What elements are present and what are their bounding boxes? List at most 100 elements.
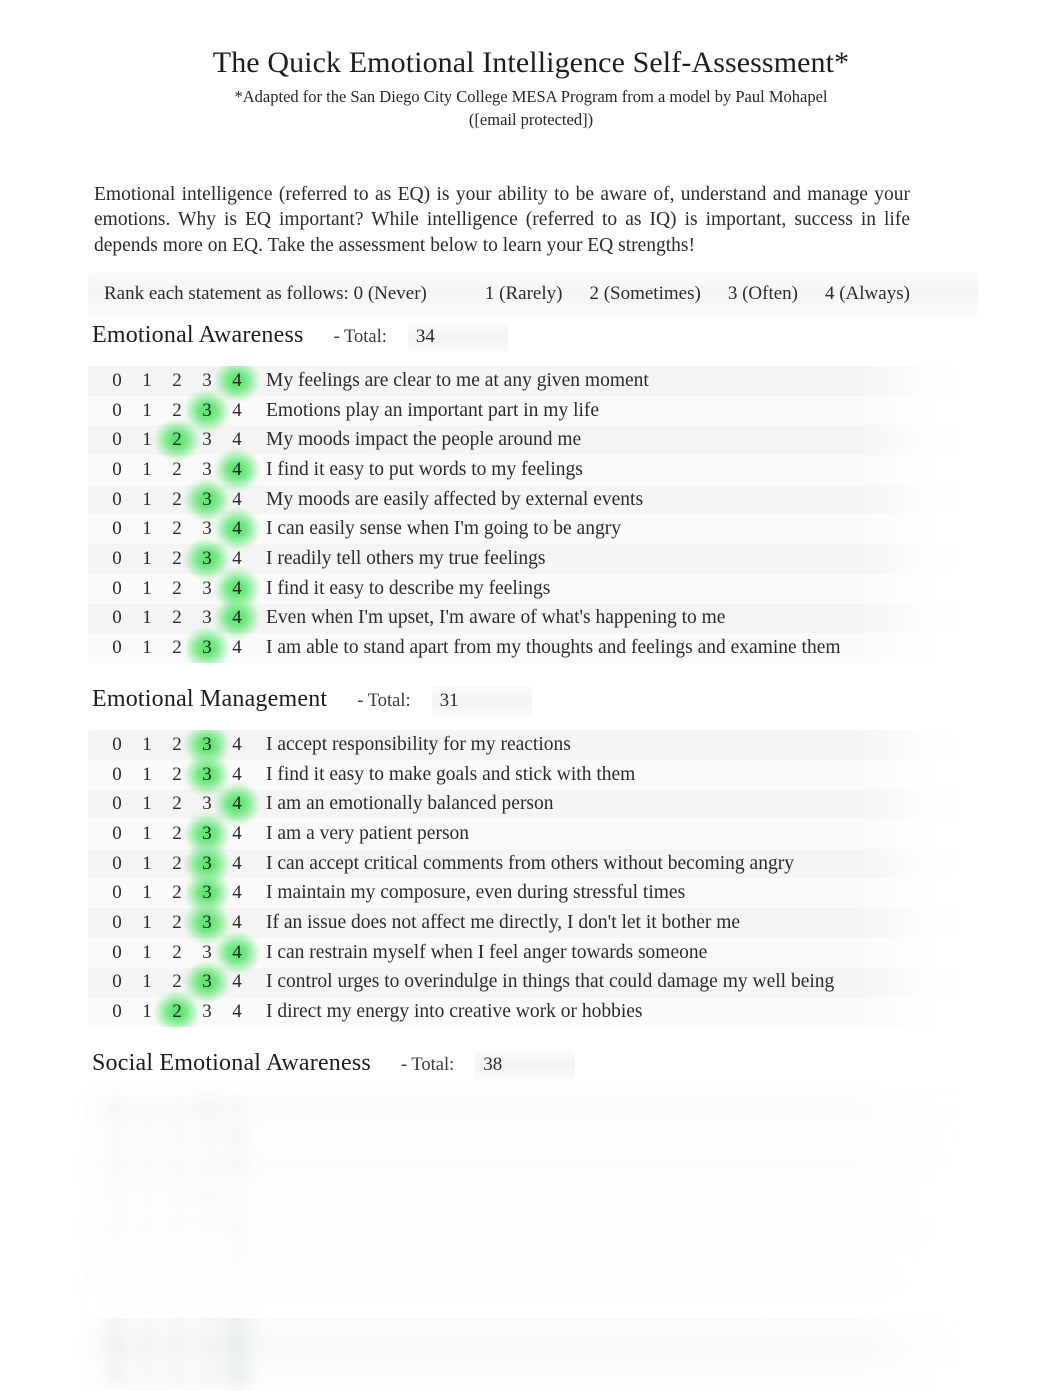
rating-option-1[interactable]: 1 — [132, 853, 162, 875]
rating-option-2[interactable]: 2 — [162, 942, 192, 964]
rating-option-1[interactable]: 1 — [132, 578, 162, 600]
table-row[interactable]: 01234 I can restrain myself when I feel a… — [88, 937, 978, 968]
rating-option-1[interactable]: 1 — [132, 1157, 162, 1179]
table-row[interactable]: 0 1 2 3 4 If an issue does not affect me dire… — [88, 908, 978, 938]
rating-option-0[interactable]: 0 — [102, 1276, 132, 1298]
table-row[interactable]: 01234 — [88, 1094, 978, 1124]
rating-option-0[interactable]: 0 — [102, 1306, 132, 1328]
rating-option-1[interactable]: 1 — [132, 912, 162, 934]
rating-option-3-selected[interactable]: 3 — [192, 637, 222, 659]
rating-option-0[interactable]: 0 — [102, 853, 132, 875]
rating-option-1[interactable]: 1 — [132, 823, 162, 845]
table-row[interactable]: 01234 I am able to stand apart from my th… — [88, 633, 978, 663]
rating-option-0[interactable]: 0 — [102, 1217, 132, 1239]
rating-option-4-selected[interactable]: 4 — [222, 1217, 252, 1239]
rating-option-1[interactable]: 1 — [132, 459, 162, 481]
rating-option-2[interactable]: 2 — [162, 607, 192, 629]
rating-option-0[interactable]: 0 — [102, 548, 132, 570]
rating-option-4[interactable]: 4 — [222, 734, 252, 756]
rating-option-0[interactable]: 0 — [102, 942, 132, 964]
rating-option-4-selected[interactable]: 4 — [222, 793, 252, 815]
rating-option-4[interactable]: 4 — [222, 823, 252, 845]
table-row[interactable]: 01234 — [88, 1123, 978, 1154]
rating-option-3-selected[interactable]: 3 — [192, 882, 222, 904]
rating-option-4-selected[interactable]: 4 — [222, 370, 252, 392]
table-row[interactable]: 01234 I can easily sense when I'm going t… — [88, 514, 978, 545]
table-row[interactable]: 01234I readily tell others my true feeli… — [88, 544, 978, 574]
rating-option-0[interactable]: 0 — [102, 734, 132, 756]
rating-option-0[interactable]: 0 — [102, 607, 132, 629]
rating-option-2[interactable]: 2 — [162, 1217, 192, 1239]
rating-option-4-selected[interactable]: 4 — [222, 459, 252, 481]
rating-option-0[interactable]: 0 — [102, 1246, 132, 1268]
rating-option-0[interactable]: 0 — [102, 882, 132, 904]
rating-option-4-selected[interactable]: 4 — [222, 1335, 252, 1357]
rating-option-4[interactable]: 4 — [222, 1001, 252, 1023]
rating-option-1[interactable]: 1 — [132, 548, 162, 570]
rating-option-0[interactable]: 0 — [102, 489, 132, 511]
rating-option-1[interactable]: 1 — [132, 942, 162, 964]
rating-option-0[interactable]: 0 — [102, 637, 132, 659]
rating-option-1[interactable]: 1 — [132, 1187, 162, 1209]
rating-option-3-selected[interactable]: 3 — [192, 764, 222, 786]
rating-option-2[interactable]: 2 — [162, 370, 192, 392]
rating-option-4-selected[interactable]: 4 — [222, 942, 252, 964]
rating-option-0[interactable]: 0 — [102, 764, 132, 786]
rating-option-4[interactable]: 4 — [222, 853, 252, 875]
table-row[interactable]: 01234I find it easy to make goals and st… — [88, 759, 978, 790]
rating-option-4[interactable]: 4 — [222, 1187, 252, 1209]
rating-option-1[interactable]: 1 — [132, 1365, 162, 1387]
table-row[interactable]: 01234 — [88, 1242, 978, 1273]
rating-option-2[interactable]: 2 — [162, 1276, 192, 1298]
rating-option-3[interactable]: 3 — [192, 429, 222, 451]
table-row[interactable]: 01234 I accept responsibility for my reac… — [88, 730, 978, 760]
table-row[interactable]: 01234 — [88, 1212, 978, 1243]
rating-option-0[interactable]: 0 — [102, 370, 132, 392]
rating-option-1[interactable]: 1 — [132, 764, 162, 786]
table-row[interactable]: 0 1 2 3 4 Even when I'm upset, I'm aware of w… — [88, 603, 978, 634]
rating-option-4[interactable]: 4 — [222, 764, 252, 786]
rating-option-1[interactable]: 1 — [132, 734, 162, 756]
rating-option-2[interactable]: 2 — [162, 1306, 192, 1328]
rating-option-1[interactable]: 1 — [132, 793, 162, 815]
rating-option-0[interactable]: 0 — [102, 1128, 132, 1150]
rating-option-4-selected[interactable]: 4 — [222, 1276, 252, 1298]
rating-option-2[interactable]: 2 — [162, 1246, 192, 1268]
rating-option-4-selected[interactable]: 4 — [222, 1306, 252, 1328]
table-row[interactable]: 0 1 2 3 4 My moods impact the people around m… — [88, 425, 978, 456]
rating-option-2[interactable]: 2 — [162, 459, 192, 481]
rating-option-2-selected[interactable]: 2 — [162, 1001, 192, 1023]
rating-option-4-selected[interactable]: 4 — [222, 1365, 252, 1387]
rating-option-4-selected[interactable]: 4 — [222, 1128, 252, 1150]
rating-option-0[interactable]: 0 — [102, 793, 132, 815]
rating-option-4[interactable]: 4 — [222, 429, 252, 451]
rating-option-4[interactable]: 4 — [222, 548, 252, 570]
rating-option-2[interactable]: 2 — [162, 518, 192, 540]
table-row[interactable]: 01234 — [88, 1361, 978, 1391]
table-row[interactable]: 01234 — [88, 1153, 978, 1184]
rating-option-0[interactable]: 0 — [102, 518, 132, 540]
rating-option-1[interactable]: 1 — [132, 1276, 162, 1298]
table-row[interactable]: 01234 I am an emotionally balanced person — [88, 789, 978, 820]
table-row[interactable]: 01234 I direct my energy into creative wo… — [88, 997, 978, 1027]
rating-option-4[interactable]: 4 — [222, 882, 252, 904]
rating-option-3-selected[interactable]: 3 — [192, 912, 222, 934]
rating-option-0[interactable]: 0 — [102, 459, 132, 481]
rating-option-3-selected[interactable]: 3 — [192, 853, 222, 875]
rating-option-0[interactable]: 0 — [102, 578, 132, 600]
rating-option-3[interactable]: 3 — [192, 1001, 222, 1023]
rating-option-0[interactable]: 0 — [102, 1001, 132, 1023]
rating-option-2[interactable]: 2 — [162, 793, 192, 815]
rating-option-0[interactable]: 0 — [102, 912, 132, 934]
rating-option-0[interactable]: 0 — [102, 823, 132, 845]
rating-option-3-selected[interactable]: 3 — [192, 971, 222, 993]
table-row[interactable]: 01234I find it easy to describe my feeli… — [88, 573, 978, 604]
rating-option-2[interactable]: 2 — [162, 1365, 192, 1387]
rating-option-4[interactable]: 4 — [222, 912, 252, 934]
rating-option-0[interactable]: 0 — [102, 1098, 132, 1120]
rating-option-1[interactable]: 1 — [132, 1306, 162, 1328]
rating-option-2[interactable]: 2 — [162, 1128, 192, 1150]
rating-option-4[interactable]: 4 — [222, 400, 252, 422]
rating-option-4[interactable]: 4 — [222, 1098, 252, 1120]
rating-option-4[interactable]: 4 — [222, 971, 252, 993]
